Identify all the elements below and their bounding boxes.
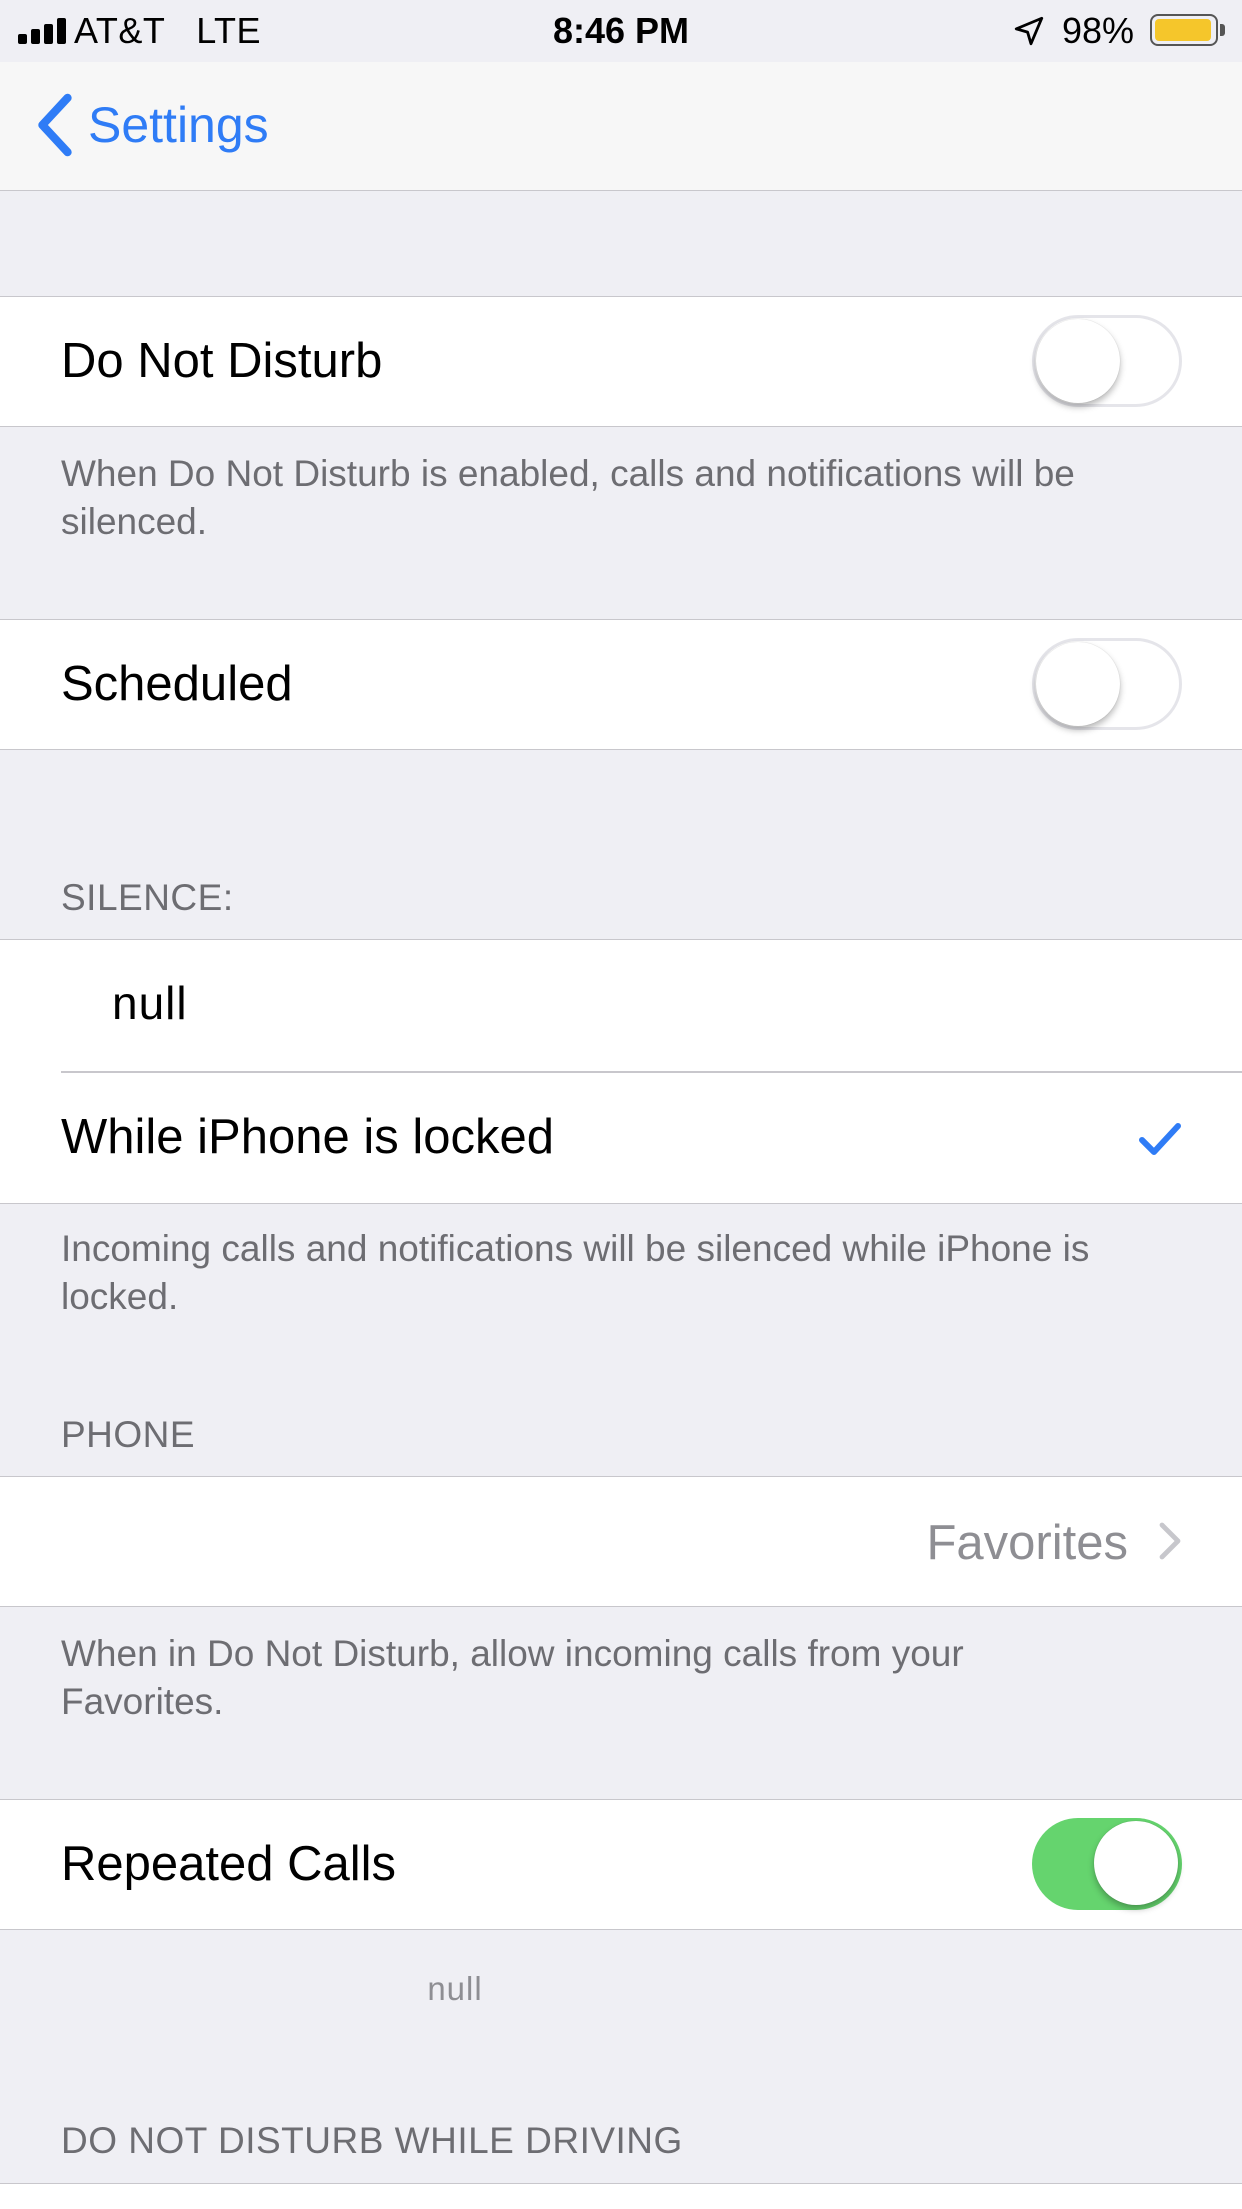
driving-section-header: DO NOT DISTURB WHILE DRIVING (61, 2120, 683, 2161)
phone-section-header: PHONE (61, 1414, 196, 1455)
toggle-knob (1094, 1821, 1178, 1905)
do-not-disturb-label: Do Not Disturb (61, 334, 383, 388)
location-arrow-icon (1014, 16, 1044, 46)
repeated-calls-toggle[interactable] (1032, 1818, 1182, 1910)
scheduled-label: Scheduled (61, 657, 293, 711)
driving-group-border (0, 2183, 1242, 2209)
silence-options-group: null While iPhone is locked (0, 939, 1242, 1204)
status-bar: AT&T LTE 8:46 PM 98% (0, 0, 1242, 62)
back-button-label: Settings (88, 97, 269, 153)
chevron-left-icon (38, 93, 72, 157)
back-button[interactable]: Settings (34, 90, 269, 160)
battery-level-fill (1155, 19, 1211, 41)
allow-calls-from-row[interactable]: Favorites (0, 1476, 1242, 1607)
repeated-calls-row: Repeated Calls (0, 1799, 1242, 1930)
do-not-disturb-footer: When Do Not Disturb is enabled, calls an… (61, 453, 1075, 542)
silence-footer: Incoming calls and notifications will be… (61, 1228, 1090, 1317)
silence-option-always-label: null (112, 977, 188, 1029)
battery-cap (1220, 24, 1225, 36)
do-not-disturb-toggle[interactable] (1032, 315, 1182, 407)
status-time: 8:46 PM (552, 10, 690, 51)
silence-option-locked-label: While iPhone is locked (61, 1110, 554, 1164)
repeated-calls-footer: null (427, 1970, 483, 2007)
chevron-right-icon (1159, 1522, 1181, 1560)
scheduled-toggle[interactable] (1032, 638, 1182, 730)
scheduled-row: Scheduled (0, 619, 1242, 750)
navigation-bar: Settings (0, 62, 1242, 191)
repeated-calls-label: Repeated Calls (61, 1837, 397, 1891)
silence-option-locked[interactable]: While iPhone is locked (0, 1073, 1242, 1203)
silence-section-header: SILENCE: (61, 877, 234, 918)
do-not-disturb-row: Do Not Disturb (0, 296, 1242, 427)
toggle-knob (1036, 642, 1120, 726)
phone-footer: When in Do Not Disturb, allow incoming c… (61, 1633, 964, 1722)
battery-percent: 98% (1062, 10, 1135, 51)
allow-calls-from-value: Favorites (926, 1516, 1128, 1570)
battery-icon (1150, 14, 1218, 46)
checkmark-icon (1139, 1123, 1181, 1155)
silence-option-always[interactable]: null (0, 940, 1242, 1071)
toggle-knob (1036, 319, 1120, 403)
